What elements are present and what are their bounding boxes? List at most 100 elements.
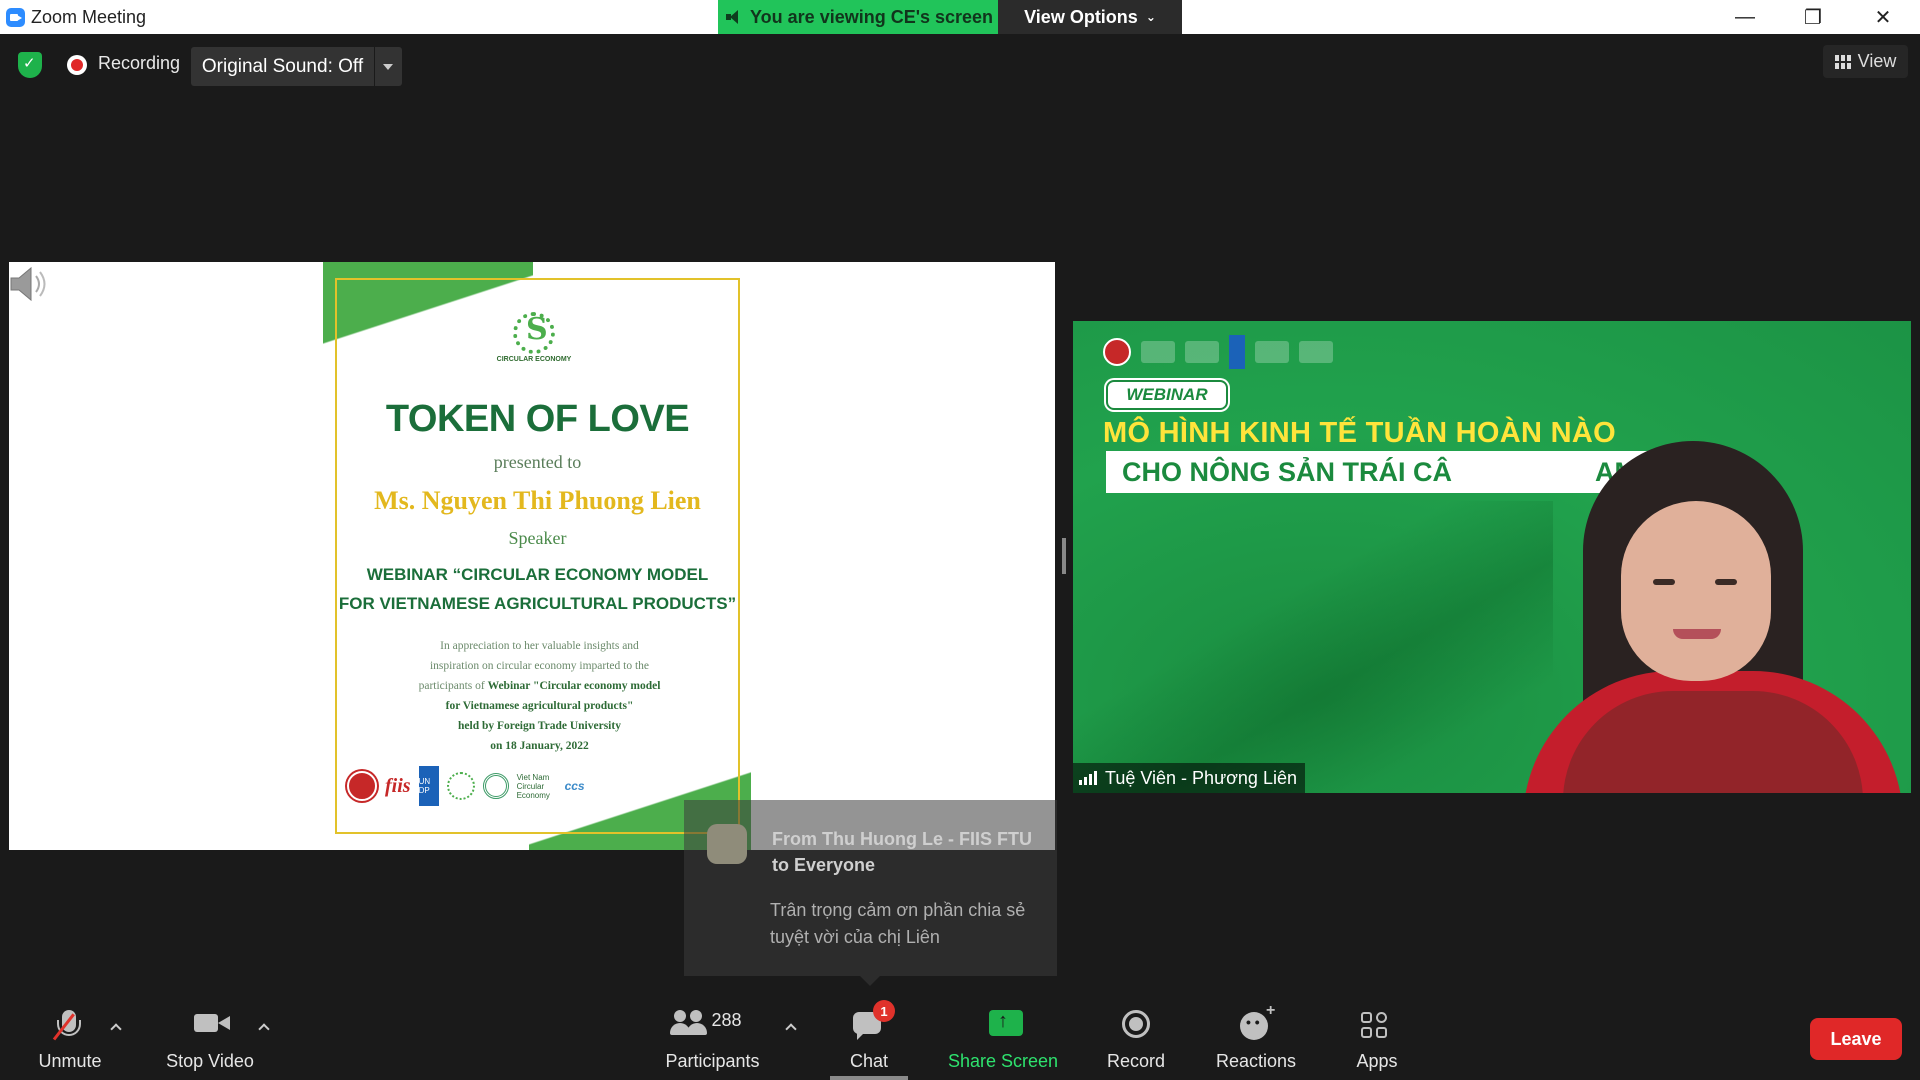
- fiis-logo: [1141, 341, 1175, 363]
- participants-count: 288: [711, 1010, 742, 1030]
- chat-message: Trân trọng cảm ơn phần chia sẻ tuyệt vời…: [770, 900, 1026, 947]
- original-sound-button[interactable]: Original Sound: Off: [191, 47, 374, 86]
- chat-sender: From Thu Huong Le - FIIS FTU to Everyone: [772, 829, 1032, 875]
- sponsor-logos: fiis UN DP Viet Nam Circular Economy ccs: [347, 766, 637, 806]
- undp-logo: UN DP: [418, 766, 439, 806]
- desc-bold: Webinar "Circular economy model: [487, 680, 661, 692]
- chat-active-indicator: [830, 1076, 908, 1080]
- view-button[interactable]: View: [1823, 45, 1908, 78]
- muted-mic-icon: [40, 1004, 100, 1048]
- speaker-face: [1621, 501, 1771, 681]
- logo-text: CIRCULAR ECONOMY: [496, 356, 572, 363]
- participant-name-tag: Tuệ Viên - Phương Liên: [1073, 763, 1305, 793]
- participants-options-caret[interactable]: [786, 1022, 798, 1034]
- record-label: Record: [1106, 1051, 1166, 1071]
- audio-options-caret[interactable]: [111, 1022, 123, 1034]
- unmute-button[interactable]: Unmute: [30, 996, 110, 1080]
- chat-notification[interactable]: From Thu Huong Le - FIIS FTU to Everyone…: [684, 800, 1057, 976]
- circular-economy-logo: [1185, 341, 1219, 363]
- vietnam-circular-economy-text: Viet Nam Circular Economy: [516, 772, 550, 800]
- ccs-logo: [1299, 341, 1333, 363]
- desc-plain: participants of: [418, 680, 488, 692]
- view-label: View: [1857, 51, 1897, 71]
- apps-shape: [1361, 1012, 1389, 1040]
- webinar-title-line1: WEBINAR “CIRCULAR ECONOMY MODEL: [366, 565, 709, 584]
- participants-button[interactable]: 288 Participants: [660, 996, 765, 1080]
- apps-label: Apps: [1356, 1051, 1398, 1071]
- vietnam-circular-economy-logo: [1255, 341, 1289, 363]
- speaker-eye-left: [1653, 579, 1675, 585]
- meeting-toolbar: Unmute Stop Video 288 Participants 1 Cha…: [0, 996, 1920, 1080]
- chat-button[interactable]: 1 Chat: [838, 996, 900, 1080]
- apps-button[interactable]: Apps: [1347, 996, 1407, 1080]
- people-shape: [669, 1010, 710, 1036]
- close-button[interactable]: ✕: [1848, 0, 1918, 34]
- certificate-description: In appreciation to her valuable insights…: [357, 636, 722, 756]
- view-options-button[interactable]: View Options ⌄: [998, 0, 1182, 34]
- split-view-drag-handle[interactable]: [1062, 538, 1066, 574]
- speaker-mouth: [1673, 629, 1721, 639]
- ftu-logo: [347, 771, 377, 801]
- vietnam-circular-economy-logo: [482, 773, 509, 799]
- viewing-banner-label: You are viewing CE's screen: [750, 6, 994, 27]
- restore-button[interactable]: ❐: [1778, 0, 1848, 34]
- stop-video-label: Stop Video: [166, 1051, 254, 1071]
- record-icon: [1106, 1004, 1166, 1048]
- ftu-logo: [1103, 338, 1131, 366]
- certificate: CIRCULAR ECONOMY TOKEN OF LOVE presented…: [335, 278, 740, 834]
- chat-unread-badge: 1: [873, 1000, 895, 1022]
- desc-bold: held by Foreign Trade University: [458, 720, 621, 732]
- certificate-title: TOKEN OF LOVE: [385, 398, 690, 440]
- title-bar: Zoom Meeting You are viewing CE's screen…: [0, 0, 1920, 34]
- camera-shape: [194, 1014, 230, 1032]
- desc-line: held by Foreign Trade University: [357, 716, 722, 736]
- participant-name: Tuệ Viên - Phương Liên: [1105, 767, 1297, 788]
- record-button[interactable]: Record: [1105, 996, 1167, 1080]
- ccs-logo: ccs: [564, 779, 585, 793]
- grid-icon: [1834, 54, 1851, 69]
- original-sound-dropdown[interactable]: [375, 47, 402, 86]
- desc-line: In appreciation to her valuable insights…: [440, 640, 639, 652]
- recording-indicator-icon: [67, 55, 87, 75]
- chat-notification-pointer: [860, 976, 880, 986]
- connection-signal-icon: [1079, 771, 1097, 785]
- video-headline-2-text: CHO NÔNG SẢN TRÁI CÂ: [1122, 456, 1452, 487]
- chat-label: Chat: [849, 1051, 889, 1071]
- slide-audio-icon[interactable]: [9, 264, 53, 304]
- window-title: Zoom Meeting: [31, 7, 147, 27]
- leave-button[interactable]: Leave: [1810, 1018, 1902, 1060]
- speaker-person: [1503, 441, 1911, 793]
- video-options-caret[interactable]: [259, 1022, 271, 1034]
- apps-icon: [1347, 1004, 1407, 1048]
- webinar-title: WEBINAR “CIRCULAR ECONOMY MODEL FOR VIET…: [337, 560, 738, 618]
- participants-label: Participants: [665, 1051, 760, 1071]
- reactions-label: Reactions: [1215, 1051, 1297, 1071]
- speaker-icon: [726, 9, 744, 25]
- chevron-down-icon: ⌄: [1145, 10, 1156, 24]
- zoom-app-icon: [6, 8, 25, 27]
- circular-economy-logo: CIRCULAR ECONOMY: [489, 312, 579, 372]
- view-options-label: View Options: [1024, 6, 1138, 27]
- participants-icon: 288: [668, 1004, 758, 1048]
- share-screen-label: Share Screen: [947, 1051, 1059, 1071]
- desc-line: participants of Webinar "Circular econom…: [357, 676, 722, 696]
- desc-bold: for Vietnamese agricultural products": [445, 700, 634, 712]
- share-screen-button[interactable]: Share Screen: [945, 996, 1061, 1080]
- stop-video-button[interactable]: Stop Video: [160, 996, 260, 1080]
- video-logos: [1103, 335, 1333, 369]
- chat-bubble-icon: 1: [839, 1000, 899, 1048]
- share-screen-icon: [973, 1004, 1033, 1048]
- reactions-button[interactable]: Reactions: [1213, 996, 1299, 1080]
- unmute-label: Unmute: [38, 1051, 102, 1071]
- fiis-logo: fiis: [385, 774, 411, 797]
- security-shield-icon[interactable]: [18, 52, 42, 78]
- recording-label: Recording: [98, 53, 181, 73]
- desc-line: on 18 January, 2022: [357, 736, 722, 756]
- video-background-leaf: [1073, 501, 1553, 793]
- desc-line: inspiration on circular economy imparted…: [429, 660, 650, 672]
- circular-economy-small-logo: [446, 772, 475, 800]
- participant-video[interactable]: WEBINAR MÔ HÌNH KINH TẾ TUẦN HOÀN NÀO CH…: [1073, 321, 1911, 793]
- desc-line: for Vietnamese agricultural products": [357, 696, 722, 716]
- minimize-button[interactable]: —: [1710, 0, 1780, 34]
- webinar-title-line2: FOR VIETNAMESE AGRICULTURAL PRODUCTS”: [338, 594, 737, 613]
